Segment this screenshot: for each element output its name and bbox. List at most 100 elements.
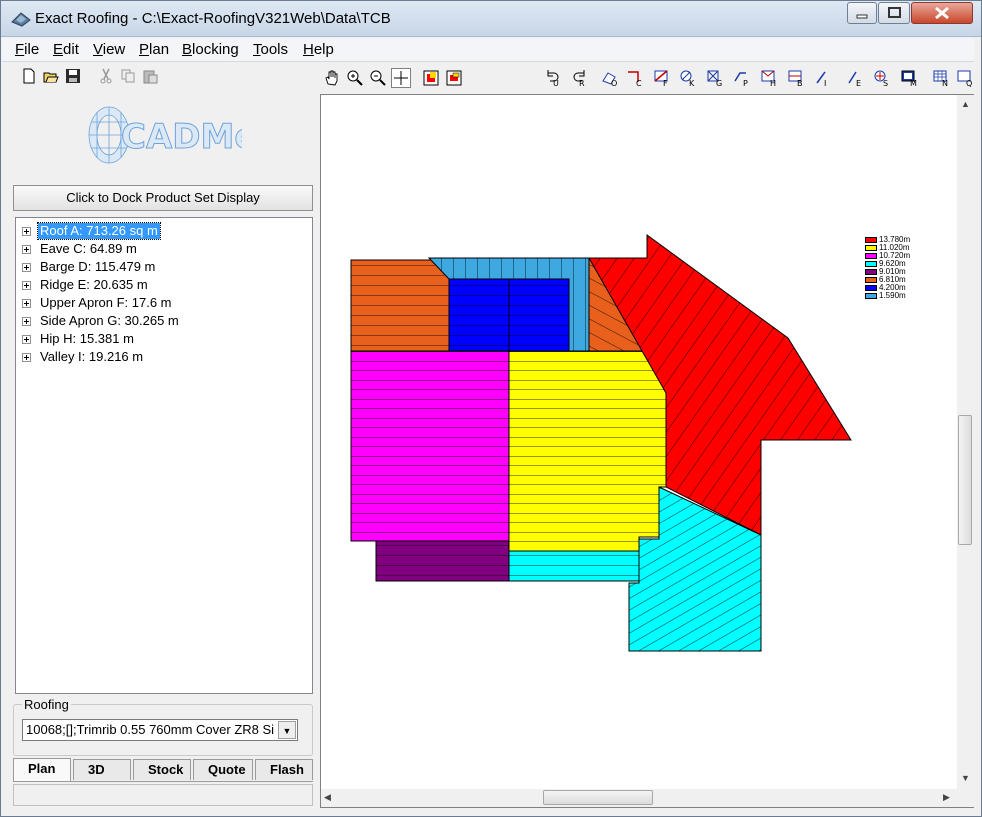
- roof-face-blue[interactable]: [448, 278, 570, 352]
- tree-item-side-apron[interactable]: Side Apron G: 30.265 m: [20, 313, 310, 331]
- menu-file[interactable]: File: [15, 41, 39, 58]
- scroll-up-icon[interactable]: ▲: [961, 99, 970, 109]
- roofing-product-select[interactable]: 10068;[];Trimrib 0.55 760mm Cover ZR8 Si…: [22, 719, 298, 741]
- tree-item-label: Valley I: 19.216 m: [40, 349, 144, 364]
- pan-hand-icon[interactable]: [322, 68, 342, 88]
- tree-item-hip[interactable]: Hip H: 15.381 m: [20, 331, 310, 349]
- roof-e-icon[interactable]: E: [845, 68, 865, 88]
- title-bar: Exact Roofing - C:\Exact-RoofingV321Web\…: [1, 1, 981, 37]
- scroll-down-icon[interactable]: ▼: [961, 773, 970, 783]
- menu-view[interactable]: View: [93, 41, 125, 58]
- exact-roofing-app-icon: [11, 12, 31, 27]
- crosshair-icon[interactable]: [391, 68, 411, 88]
- tree-item-label: Hip H: 15.381 m: [40, 331, 134, 346]
- tree-item-label: Upper Apron F: 17.6 m: [40, 295, 172, 310]
- maximize-button[interactable]: [878, 2, 910, 24]
- tree-item-eave[interactable]: Eave C: 64.89 m: [20, 241, 310, 259]
- chevron-down-icon[interactable]: ▼: [278, 721, 296, 739]
- close-button[interactable]: [911, 2, 973, 24]
- zoom-in-icon[interactable]: [345, 68, 365, 88]
- dock-product-set-button[interactable]: Click to Dock Product Set Display: [13, 185, 313, 211]
- roofing-product-value: 10068;[];Trimrib 0.55 760mm Cover ZR8 Si: [26, 722, 274, 737]
- expand-icon[interactable]: [22, 353, 31, 362]
- roof-face-orange-left[interactable]: [350, 259, 450, 353]
- roof-face-cyan-lower[interactable]: [508, 550, 640, 582]
- expand-icon[interactable]: [22, 281, 31, 290]
- tab-flash[interactable]: Flash: [255, 759, 313, 780]
- roof-f-icon[interactable]: F: [652, 68, 672, 88]
- roof-plan-drawing[interactable]: [321, 95, 957, 789]
- roof-m-icon[interactable]: M: [899, 68, 919, 88]
- vertical-scrollbar[interactable]: ▲ ▼: [957, 95, 974, 789]
- left-pane: CADMethods Click to Dock Product Set Dis…: [9, 64, 317, 809]
- fit-view-icon[interactable]: [444, 68, 464, 88]
- svg-text:C: C: [636, 79, 642, 87]
- menu-plan[interactable]: Plan: [139, 41, 169, 58]
- roof-b-icon[interactable]: B: [786, 68, 806, 88]
- legend-swatch: [865, 269, 877, 275]
- app-window: Exact Roofing - C:\Exact-RoofingV321Web\…: [0, 0, 982, 817]
- scroll-right-icon[interactable]: ▶: [943, 792, 950, 803]
- tree-item-label: Ridge E: 20.635 m: [40, 277, 148, 292]
- tree-item-roof[interactable]: Roof A: 713.26 sq m: [20, 222, 310, 241]
- menu-tools[interactable]: Tools: [253, 41, 288, 58]
- roof-c-icon[interactable]: C: [625, 68, 645, 88]
- roof-s-icon[interactable]: S: [872, 68, 892, 88]
- copy-icon[interactable]: [120, 68, 136, 84]
- expand-icon[interactable]: [22, 317, 31, 326]
- expand-icon[interactable]: [22, 335, 31, 344]
- tab-stock[interactable]: Stock: [133, 759, 191, 780]
- horizontal-scroll-thumb[interactable]: [543, 790, 653, 805]
- undo-icon[interactable]: U: [543, 68, 563, 88]
- svg-text:F: F: [663, 79, 668, 87]
- menu-edit[interactable]: Edit: [53, 41, 79, 58]
- roof-h-icon[interactable]: H: [759, 68, 779, 88]
- roof-face-yellow[interactable]: [508, 350, 670, 552]
- roof-n-icon[interactable]: N: [931, 68, 951, 88]
- open-icon[interactable]: [43, 68, 59, 84]
- redo-icon[interactable]: R: [569, 68, 589, 88]
- vertical-scroll-thumb[interactable]: [958, 415, 972, 545]
- tree-item-ridge[interactable]: Ridge E: 20.635 m: [20, 277, 310, 295]
- new-icon[interactable]: [21, 68, 37, 84]
- save-icon[interactable]: [65, 68, 81, 84]
- roof-p-icon[interactable]: P: [732, 68, 752, 88]
- roofing-group-label: Roofing: [22, 697, 71, 712]
- menu-help[interactable]: Help: [303, 41, 334, 58]
- color-fill-icon[interactable]: [421, 68, 441, 88]
- horizontal-scrollbar[interactable]: ◀ ▶: [321, 789, 957, 807]
- plan-canvas[interactable]: 13.780m 11.020m 10.720m 9.620m 9.010m 6.…: [321, 95, 957, 789]
- minimize-icon: [856, 14, 868, 19]
- menu-blocking[interactable]: Blocking: [182, 41, 239, 58]
- zoom-out-icon[interactable]: [368, 68, 388, 88]
- tab-plan[interactable]: Plan: [13, 758, 71, 781]
- tree-item-barge[interactable]: Barge D: 115.479 m: [20, 259, 310, 277]
- file-toolbar: [15, 66, 165, 88]
- expand-icon[interactable]: [22, 263, 31, 272]
- window-title: Exact Roofing - C:\Exact-RoofingV321Web\…: [35, 10, 391, 27]
- maximize-icon: [888, 7, 901, 18]
- svg-text:R: R: [579, 79, 585, 87]
- svg-text:N: N: [942, 79, 948, 87]
- roof-g-icon[interactable]: G: [705, 68, 725, 88]
- tree-item-valley[interactable]: Valley I: 19.216 m: [20, 349, 310, 367]
- expand-icon[interactable]: [22, 227, 31, 236]
- roof-o-icon[interactable]: O: [600, 68, 620, 88]
- roof-face-magenta[interactable]: [350, 350, 510, 542]
- roof-i-icon[interactable]: I: [813, 68, 833, 88]
- cut-icon[interactable]: [98, 68, 114, 84]
- roof-k-icon[interactable]: K: [678, 68, 698, 88]
- roof-q-icon[interactable]: Q: [955, 68, 975, 88]
- expand-icon[interactable]: [22, 299, 31, 308]
- tab-quote[interactable]: Quote: [193, 759, 253, 780]
- minimize-button[interactable]: [847, 2, 877, 24]
- scroll-left-icon[interactable]: ◀: [324, 792, 331, 803]
- expand-icon[interactable]: [22, 245, 31, 254]
- legend-swatch: [865, 245, 877, 251]
- takeoff-tree: Roof A: 713.26 sq m Eave C: 64.89 m Barg…: [15, 217, 313, 694]
- roof-face-purple[interactable]: [375, 540, 510, 582]
- tree-item-upper-apron[interactable]: Upper Apron F: 17.6 m: [20, 295, 310, 313]
- plan-view: 13.780m 11.020m 10.720m 9.620m 9.010m 6.…: [320, 94, 974, 808]
- paste-icon[interactable]: [142, 68, 158, 84]
- tab-3d[interactable]: 3D: [73, 759, 131, 780]
